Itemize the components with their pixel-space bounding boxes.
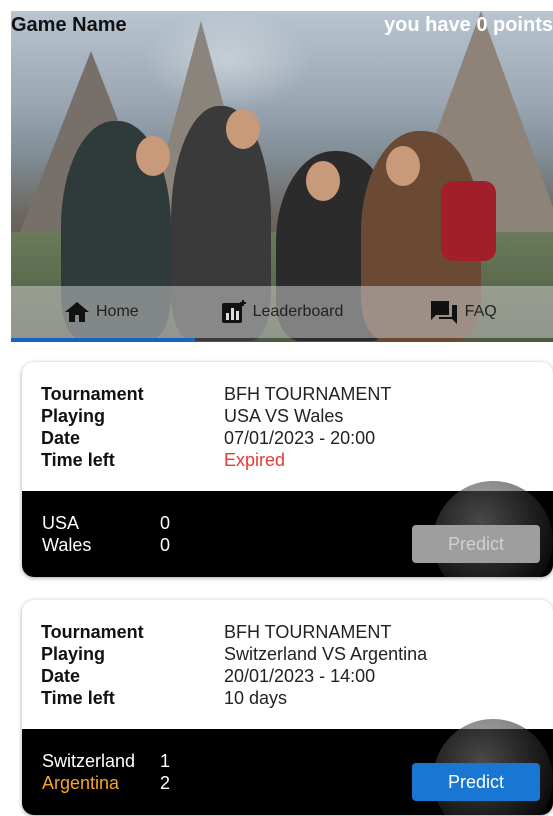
backpack-shape <box>441 181 496 261</box>
tab-leaderboard[interactable]: Leaderboard <box>192 286 373 338</box>
head-shape <box>136 136 170 176</box>
home-team-name: Switzerland <box>42 751 136 771</box>
date-value: 20/01/2023 - 14:00 <box>224 666 376 686</box>
head-shape <box>306 161 340 201</box>
time-left-value: Expired <box>224 450 286 470</box>
predict-button[interactable]: Predict <box>412 525 540 563</box>
tab-leaderboard-label: Leaderboard <box>252 303 344 320</box>
home-team-score: 0 <box>160 513 171 533</box>
playing-label: Playing <box>41 644 106 664</box>
score-panel: Switzerland 1 Argentina 2 Predict <box>22 719 553 815</box>
tournament-value: BFH TOURNAMENT <box>224 622 392 642</box>
playing-row: Playing USA VS Wales <box>41 406 553 428</box>
away-team-score: 0 <box>160 535 171 555</box>
tournament-label: Tournament <box>41 622 144 642</box>
time-left-value: 10 days <box>224 688 288 708</box>
tournament-row: Tournament BFH TOURNAMENT <box>41 384 553 406</box>
date-row: Date 20/01/2023 - 14:00 <box>41 666 553 688</box>
time-left-label: Time left <box>41 450 115 470</box>
tournament-value: BFH TOURNAMENT <box>224 384 392 404</box>
match-card: Tournament BFH TOURNAMENT Playing USA VS… <box>22 362 553 577</box>
away-team-score: 2 <box>160 773 171 793</box>
playing-row: Playing Switzerland VS Argentina <box>41 644 553 666</box>
leaderboard-icon <box>221 299 247 325</box>
app-title: Game Name <box>11 14 127 36</box>
away-team-name: Wales <box>42 535 92 555</box>
tab-home-label: Home <box>95 303 139 320</box>
date-value: 07/01/2023 - 20:00 <box>224 428 376 448</box>
playing-value: USA VS Wales <box>224 406 344 426</box>
points-label: you have 0 points <box>384 14 553 36</box>
chat-icon <box>429 299 459 325</box>
home-icon <box>64 301 90 323</box>
time-left-row: Time left 10 days <box>41 688 553 710</box>
tab-home[interactable]: Home <box>11 286 192 338</box>
tab-faq-label: FAQ <box>464 303 497 320</box>
tournament-label: Tournament <box>41 384 144 404</box>
tab-bar: Home Leaderboard FAQ <box>11 286 553 338</box>
home-team-name: USA <box>42 513 80 533</box>
tab-faq[interactable]: FAQ <box>372 286 553 338</box>
match-card: Tournament BFH TOURNAMENT Playing Switze… <box>22 600 553 815</box>
score-panel: USA 0 Wales 0 Predict <box>22 481 553 577</box>
head-shape <box>226 109 260 149</box>
match-info: Tournament BFH TOURNAMENT Playing USA VS… <box>22 362 553 491</box>
match-info: Tournament BFH TOURNAMENT Playing Switze… <box>22 600 553 729</box>
head-shape <box>386 146 420 186</box>
time-left-label: Time left <box>41 688 115 708</box>
playing-label: Playing <box>41 406 106 426</box>
away-team-name: Argentina <box>42 773 120 793</box>
active-tab-indicator <box>11 338 195 342</box>
predict-button[interactable]: Predict <box>412 763 540 801</box>
time-left-row: Time left Expired <box>41 450 553 472</box>
date-label: Date <box>41 666 81 686</box>
date-row: Date 07/01/2023 - 20:00 <box>41 428 553 450</box>
home-team-score: 1 <box>160 751 171 771</box>
tournament-row: Tournament BFH TOURNAMENT <box>41 622 553 644</box>
date-label: Date <box>41 428 81 448</box>
playing-value: Switzerland VS Argentina <box>224 644 428 664</box>
